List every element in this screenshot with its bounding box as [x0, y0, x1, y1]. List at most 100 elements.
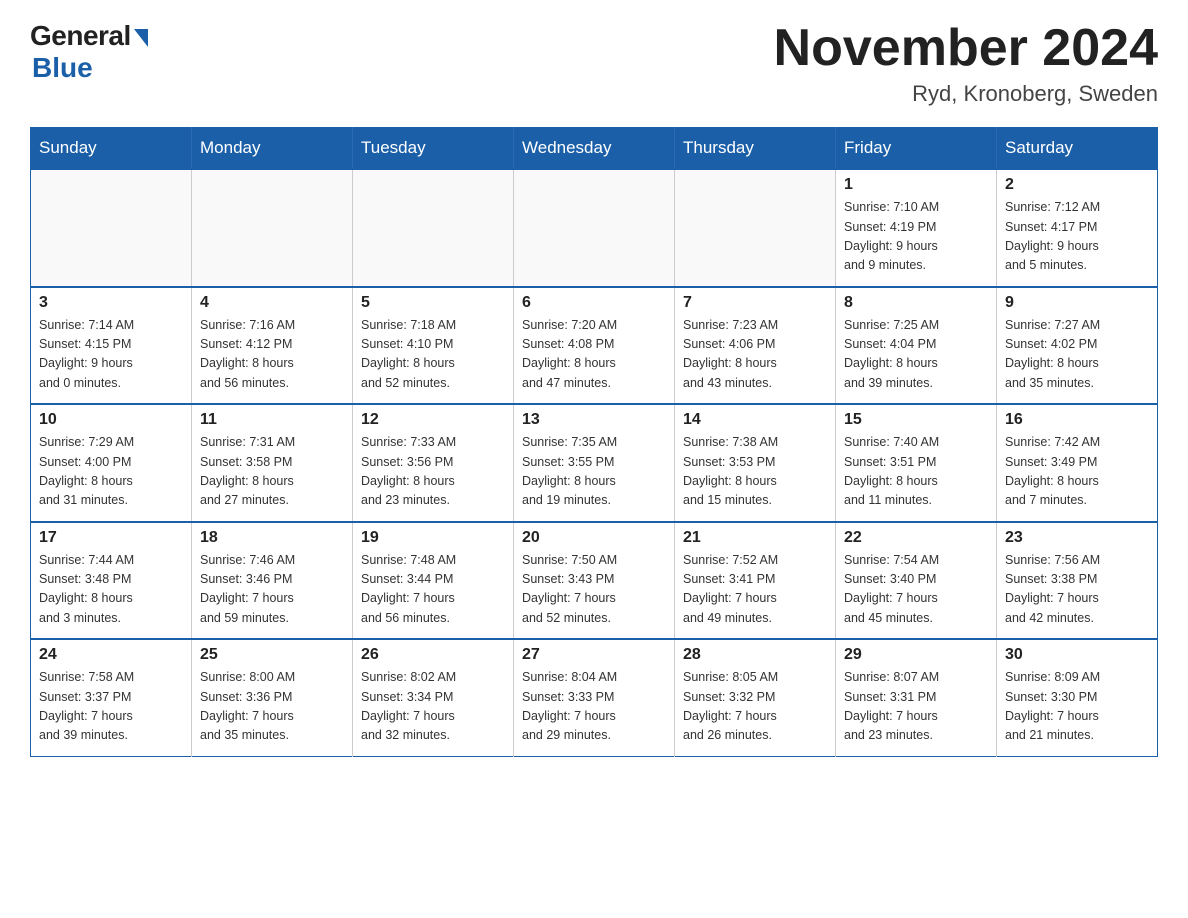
- calendar-cell: 27 Sunrise: 8:04 AM Sunset: 3:33 PM Dayli…: [514, 639, 675, 756]
- calendar-week-2: 3 Sunrise: 7:14 AM Sunset: 4:15 PM Daylig…: [31, 287, 1158, 405]
- calendar-cell: [192, 169, 353, 287]
- day-info: Sunrise: 7:58 AM Sunset: 3:37 PM Dayligh…: [39, 668, 183, 746]
- day-number: 17: [39, 529, 183, 547]
- day-number: 14: [683, 411, 827, 429]
- calendar-cell: 23Sunrise: 7:56 AM Sunset: 3:38 PM Dayli…: [997, 522, 1158, 640]
- logo-general-text: General: [30, 20, 131, 52]
- day-number: 2: [1005, 176, 1149, 194]
- day-info: Sunrise: 7:52 AM Sunset: 3:41 PM Dayligh…: [683, 551, 827, 629]
- col-header-saturday: Saturday: [997, 128, 1158, 170]
- day-number: 15: [844, 411, 988, 429]
- calendar-cell: [31, 169, 192, 287]
- day-number: 30: [1005, 646, 1149, 664]
- day-number: 4: [200, 294, 344, 312]
- day-number: 18: [200, 529, 344, 547]
- day-info: Sunrise: 8:05 AM Sunset: 3:32 PM Dayligh…: [683, 668, 827, 746]
- logo: General Blue: [30, 20, 148, 84]
- day-info: Sunrise: 7:23 AM Sunset: 4:06 PM Dayligh…: [683, 316, 827, 394]
- day-number: 24: [39, 646, 183, 664]
- calendar-week-3: 10 Sunrise: 7:29 AM Sunset: 4:00 PM Dayli…: [31, 404, 1158, 522]
- day-number: 21: [683, 529, 827, 547]
- day-number: 9: [1005, 294, 1149, 312]
- col-header-monday: Monday: [192, 128, 353, 170]
- calendar-cell: [514, 169, 675, 287]
- day-number: 25: [200, 646, 344, 664]
- calendar-cell: 28 Sunrise: 8:05 AM Sunset: 3:32 PM Dayli…: [675, 639, 836, 756]
- day-info: Sunrise: 7:16 AM Sunset: 4:12 PM Dayligh…: [200, 316, 344, 394]
- day-number: 5: [361, 294, 505, 312]
- day-number: 11: [200, 411, 344, 429]
- calendar-cell: 5Sunrise: 7:18 AM Sunset: 4:10 PM Daylig…: [353, 287, 514, 405]
- day-info: Sunrise: 7:27 AM Sunset: 4:02 PM Dayligh…: [1005, 316, 1149, 394]
- day-number: 29: [844, 646, 988, 664]
- day-info: Sunrise: 7:20 AM Sunset: 4:08 PM Dayligh…: [522, 316, 666, 394]
- day-number: 16: [1005, 411, 1149, 429]
- day-info: Sunrise: 7:33 AM Sunset: 3:56 PM Dayligh…: [361, 433, 505, 511]
- calendar-cell: 10 Sunrise: 7:29 AM Sunset: 4:00 PM Dayli…: [31, 404, 192, 522]
- day-info: Sunrise: 7:35 AM Sunset: 3:55 PM Dayligh…: [522, 433, 666, 511]
- calendar-cell: 29 Sunrise: 8:07 AM Sunset: 3:31 PM Dayli…: [836, 639, 997, 756]
- col-header-wednesday: Wednesday: [514, 128, 675, 170]
- day-number: 6: [522, 294, 666, 312]
- calendar-cell: [675, 169, 836, 287]
- day-info: Sunrise: 7:44 AM Sunset: 3:48 PM Dayligh…: [39, 551, 183, 629]
- day-info: Sunrise: 7:54 AM Sunset: 3:40 PM Dayligh…: [844, 551, 988, 629]
- calendar-cell: 24 Sunrise: 7:58 AM Sunset: 3:37 PM Dayli…: [31, 639, 192, 756]
- day-info: Sunrise: 7:12 AM Sunset: 4:17 PM Dayligh…: [1005, 198, 1149, 276]
- day-info: Sunrise: 8:04 AM Sunset: 3:33 PM Dayligh…: [522, 668, 666, 746]
- day-info: Sunrise: 8:07 AM Sunset: 3:31 PM Dayligh…: [844, 668, 988, 746]
- calendar-week-1: 1 Sunrise: 7:10 AM Sunset: 4:19 PM Daylig…: [31, 169, 1158, 287]
- calendar-header-row: SundayMondayTuesdayWednesdayThursdayFrid…: [31, 128, 1158, 170]
- day-info: Sunrise: 7:42 AM Sunset: 3:49 PM Dayligh…: [1005, 433, 1149, 511]
- day-number: 20: [522, 529, 666, 547]
- day-info: Sunrise: 7:40 AM Sunset: 3:51 PM Dayligh…: [844, 433, 988, 511]
- day-info: Sunrise: 7:48 AM Sunset: 3:44 PM Dayligh…: [361, 551, 505, 629]
- logo-blue-text: Blue: [32, 52, 93, 84]
- day-info: Sunrise: 8:02 AM Sunset: 3:34 PM Dayligh…: [361, 668, 505, 746]
- col-header-tuesday: Tuesday: [353, 128, 514, 170]
- day-number: 26: [361, 646, 505, 664]
- day-number: 3: [39, 294, 183, 312]
- day-number: 1: [844, 176, 988, 194]
- calendar-cell: 4 Sunrise: 7:16 AM Sunset: 4:12 PM Daylig…: [192, 287, 353, 405]
- day-info: Sunrise: 7:14 AM Sunset: 4:15 PM Dayligh…: [39, 316, 183, 394]
- calendar-cell: 9 Sunrise: 7:27 AM Sunset: 4:02 PM Daylig…: [997, 287, 1158, 405]
- day-number: 19: [361, 529, 505, 547]
- calendar-week-4: 17 Sunrise: 7:44 AM Sunset: 3:48 PM Dayli…: [31, 522, 1158, 640]
- day-number: 8: [844, 294, 988, 312]
- day-number: 28: [683, 646, 827, 664]
- day-number: 13: [522, 411, 666, 429]
- calendar-cell: 20 Sunrise: 7:50 AM Sunset: 3:43 PM Dayli…: [514, 522, 675, 640]
- calendar-cell: 11 Sunrise: 7:31 AM Sunset: 3:58 PM Dayli…: [192, 404, 353, 522]
- day-number: 23: [1005, 529, 1149, 547]
- calendar-week-5: 24 Sunrise: 7:58 AM Sunset: 3:37 PM Dayli…: [31, 639, 1158, 756]
- day-info: Sunrise: 7:29 AM Sunset: 4:00 PM Dayligh…: [39, 433, 183, 511]
- day-info: Sunrise: 8:09 AM Sunset: 3:30 PM Dayligh…: [1005, 668, 1149, 746]
- calendar-cell: 6 Sunrise: 7:20 AM Sunset: 4:08 PM Daylig…: [514, 287, 675, 405]
- day-info: Sunrise: 7:50 AM Sunset: 3:43 PM Dayligh…: [522, 551, 666, 629]
- day-info: Sunrise: 7:46 AM Sunset: 3:46 PM Dayligh…: [200, 551, 344, 629]
- page-header: General Blue November 2024 Ryd, Kronober…: [30, 20, 1158, 107]
- calendar-cell: 19 Sunrise: 7:48 AM Sunset: 3:44 PM Dayli…: [353, 522, 514, 640]
- calendar-cell: 30 Sunrise: 8:09 AM Sunset: 3:30 PM Dayli…: [997, 639, 1158, 756]
- day-info: Sunrise: 8:00 AM Sunset: 3:36 PM Dayligh…: [200, 668, 344, 746]
- calendar-cell: 21 Sunrise: 7:52 AM Sunset: 3:41 PM Dayli…: [675, 522, 836, 640]
- logo-arrow-icon: [134, 29, 148, 47]
- calendar-table: SundayMondayTuesdayWednesdayThursdayFrid…: [30, 127, 1158, 757]
- day-info: Sunrise: 7:31 AM Sunset: 3:58 PM Dayligh…: [200, 433, 344, 511]
- location: Ryd, Kronoberg, Sweden: [774, 81, 1158, 107]
- day-number: 7: [683, 294, 827, 312]
- calendar-cell: [353, 169, 514, 287]
- day-number: 10: [39, 411, 183, 429]
- day-number: 27: [522, 646, 666, 664]
- calendar-cell: 1 Sunrise: 7:10 AM Sunset: 4:19 PM Daylig…: [836, 169, 997, 287]
- col-header-friday: Friday: [836, 128, 997, 170]
- title-section: November 2024 Ryd, Kronoberg, Sweden: [774, 20, 1158, 107]
- calendar-cell: 18 Sunrise: 7:46 AM Sunset: 3:46 PM Dayli…: [192, 522, 353, 640]
- calendar-cell: 15 Sunrise: 7:40 AM Sunset: 3:51 PM Dayli…: [836, 404, 997, 522]
- calendar-cell: 2 Sunrise: 7:12 AM Sunset: 4:17 PM Daylig…: [997, 169, 1158, 287]
- day-info: Sunrise: 7:10 AM Sunset: 4:19 PM Dayligh…: [844, 198, 988, 276]
- calendar-cell: 16 Sunrise: 7:42 AM Sunset: 3:49 PM Dayli…: [997, 404, 1158, 522]
- calendar-cell: 17 Sunrise: 7:44 AM Sunset: 3:48 PM Dayli…: [31, 522, 192, 640]
- day-number: 22: [844, 529, 988, 547]
